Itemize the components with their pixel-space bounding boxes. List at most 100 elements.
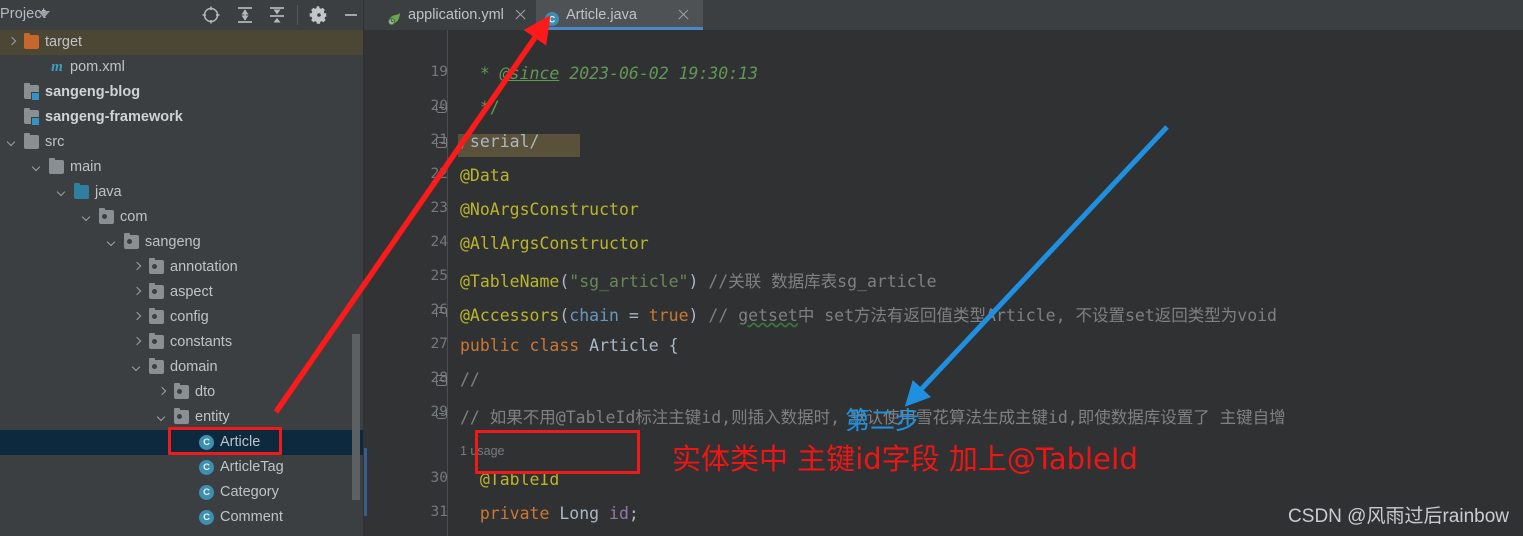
editor-tab-article-java[interactable]: C Article.java — [536, 0, 703, 30]
line-number: 25 — [430, 268, 448, 284]
class-letter: C — [203, 512, 210, 523]
package-dot — [102, 214, 107, 219]
close-icon[interactable] — [514, 8, 527, 21]
code-line: @Data — [460, 166, 510, 185]
package-dot — [152, 314, 157, 319]
code-token: //关联 数据库表sg_article — [698, 272, 937, 291]
chevron-right-icon[interactable] — [133, 263, 142, 272]
tree-item-label: main — [70, 159, 102, 175]
line-number: 30 — [430, 470, 448, 486]
tree-item-category[interactable]: C Category — [0, 480, 364, 505]
code-line: * @since 2023-06-02 19:30:13 — [460, 64, 758, 83]
tree-item-label: sangeng — [145, 234, 201, 250]
java-class-icon: C — [199, 485, 214, 500]
chevron-down-icon[interactable] — [38, 11, 50, 18]
chevron-right-icon[interactable] — [133, 288, 142, 297]
code-line: // — [460, 370, 480, 389]
maven-pom-icon: m — [51, 59, 63, 75]
chevron-down-icon[interactable] — [33, 163, 42, 172]
tree-item-label: constants — [170, 334, 233, 350]
code-token: getset — [738, 306, 798, 325]
package-folder-icon — [124, 232, 139, 249]
chevron-right-icon[interactable] — [133, 313, 142, 322]
chevron-right-icon[interactable] — [133, 338, 142, 347]
tree-item-label: Category — [220, 484, 279, 500]
tree-item-dto[interactable]: dto — [0, 380, 364, 405]
chevron-right-icon[interactable] — [8, 38, 17, 47]
code-token: id — [609, 504, 629, 523]
tree-item-target[interactable]: target — [0, 30, 364, 55]
chevron-down-icon[interactable] — [83, 213, 92, 222]
tree-item-label: sangeng-blog — [45, 84, 141, 100]
tab-label: application.yml — [408, 7, 504, 23]
package-folder-icon — [174, 382, 189, 399]
code-line: @NoArgsConstructor — [460, 200, 639, 219]
code-token: "sg_article" — [569, 272, 689, 291]
chevron-down-icon[interactable] — [8, 138, 17, 147]
chevron-right-icon[interactable] — [158, 388, 167, 397]
tree-item-sangeng-blog[interactable]: sangeng-blog — [0, 80, 364, 105]
tree-item-label: sangeng-framework — [45, 109, 183, 125]
code-token: // — [460, 370, 480, 389]
project-tree[interactable]: target m pom.xml sangeng-blog sangeng-framew… — [0, 30, 364, 536]
module-badge — [31, 92, 40, 101]
editor-tab-bar: application.yml C Article.java — [364, 0, 1523, 30]
chevron-down-icon[interactable] — [158, 413, 167, 422]
tree-item-config[interactable]: config — [0, 305, 364, 330]
line-number: 19 — [430, 64, 448, 80]
chevron-down-icon[interactable] — [58, 188, 67, 197]
toolbar-divider — [297, 5, 298, 25]
package-folder-icon — [149, 257, 164, 274]
red-highlight-box-article — [168, 427, 282, 455]
red-instruction-label: 实体类中 主键id字段 加上@TableId — [672, 442, 1138, 476]
expand-all-icon[interactable] — [234, 4, 256, 26]
tree-item-articletag[interactable]: C ArticleTag — [0, 455, 364, 480]
package-folder-icon — [99, 207, 114, 224]
tree-item-aspect[interactable]: aspect — [0, 280, 364, 305]
line-number: 22 — [430, 166, 448, 182]
tree-item-annotation[interactable]: annotation — [0, 255, 364, 280]
code-line: @AllArgsConstructor — [460, 234, 649, 253]
chevron-down-icon[interactable] — [108, 238, 117, 247]
tree-item-sangeng-framework[interactable]: sangeng-framework — [0, 105, 364, 130]
chevron-down-icon[interactable] — [133, 363, 142, 372]
project-panel-scrollbar[interactable] — [352, 334, 360, 500]
code-token: ) — [688, 272, 699, 291]
tree-item-pom-xml[interactable]: m pom.xml — [0, 55, 364, 80]
close-icon[interactable] — [677, 8, 690, 21]
class-letter: C — [203, 462, 210, 473]
gutter-edge — [447, 30, 448, 536]
module-badge — [31, 117, 40, 126]
code-token: 2023-06-02 19:30:13 — [559, 64, 759, 83]
tree-item-constants[interactable]: constants — [0, 330, 364, 355]
locate-icon[interactable] — [200, 4, 222, 26]
code-token: Long — [559, 504, 600, 523]
tree-item-label: ArticleTag — [220, 459, 284, 475]
tree-item-java[interactable]: java — [0, 180, 364, 205]
code-token: ; — [628, 504, 639, 523]
package-dot — [127, 239, 132, 244]
tree-item-sangeng[interactable]: sangeng — [0, 230, 364, 255]
package-dot — [152, 339, 157, 344]
tree-item-main[interactable]: main — [0, 155, 364, 180]
red-highlight-box-tableid — [475, 430, 640, 474]
editor-tab-application-yml[interactable]: application.yml — [378, 0, 540, 30]
tree-item-domain[interactable]: domain — [0, 355, 364, 380]
svg-text:C: C — [549, 14, 556, 24]
code-token: @since — [499, 64, 560, 83]
editor-gutter[interactable]: 1920212223242526272829303132 — [364, 30, 448, 536]
code-token: true — [648, 306, 689, 325]
code-line: private Long id; — [460, 504, 639, 523]
collapse-all-icon[interactable] — [266, 4, 288, 26]
tree-item-comment[interactable]: C Comment — [0, 505, 364, 530]
tree-item-label: Comment — [220, 509, 283, 525]
java-class-icon: C — [199, 510, 214, 525]
settings-gear-icon[interactable] — [308, 4, 330, 26]
tree-item-com[interactable]: com — [0, 205, 364, 230]
package-folder-icon — [149, 282, 164, 299]
tree-item-label: annotation — [170, 259, 238, 275]
tree-item-src[interactable]: src — [0, 130, 364, 155]
tree-item-label: pom.xml — [70, 59, 125, 75]
minimize-icon[interactable] — [340, 4, 362, 26]
package-dot — [177, 389, 182, 394]
